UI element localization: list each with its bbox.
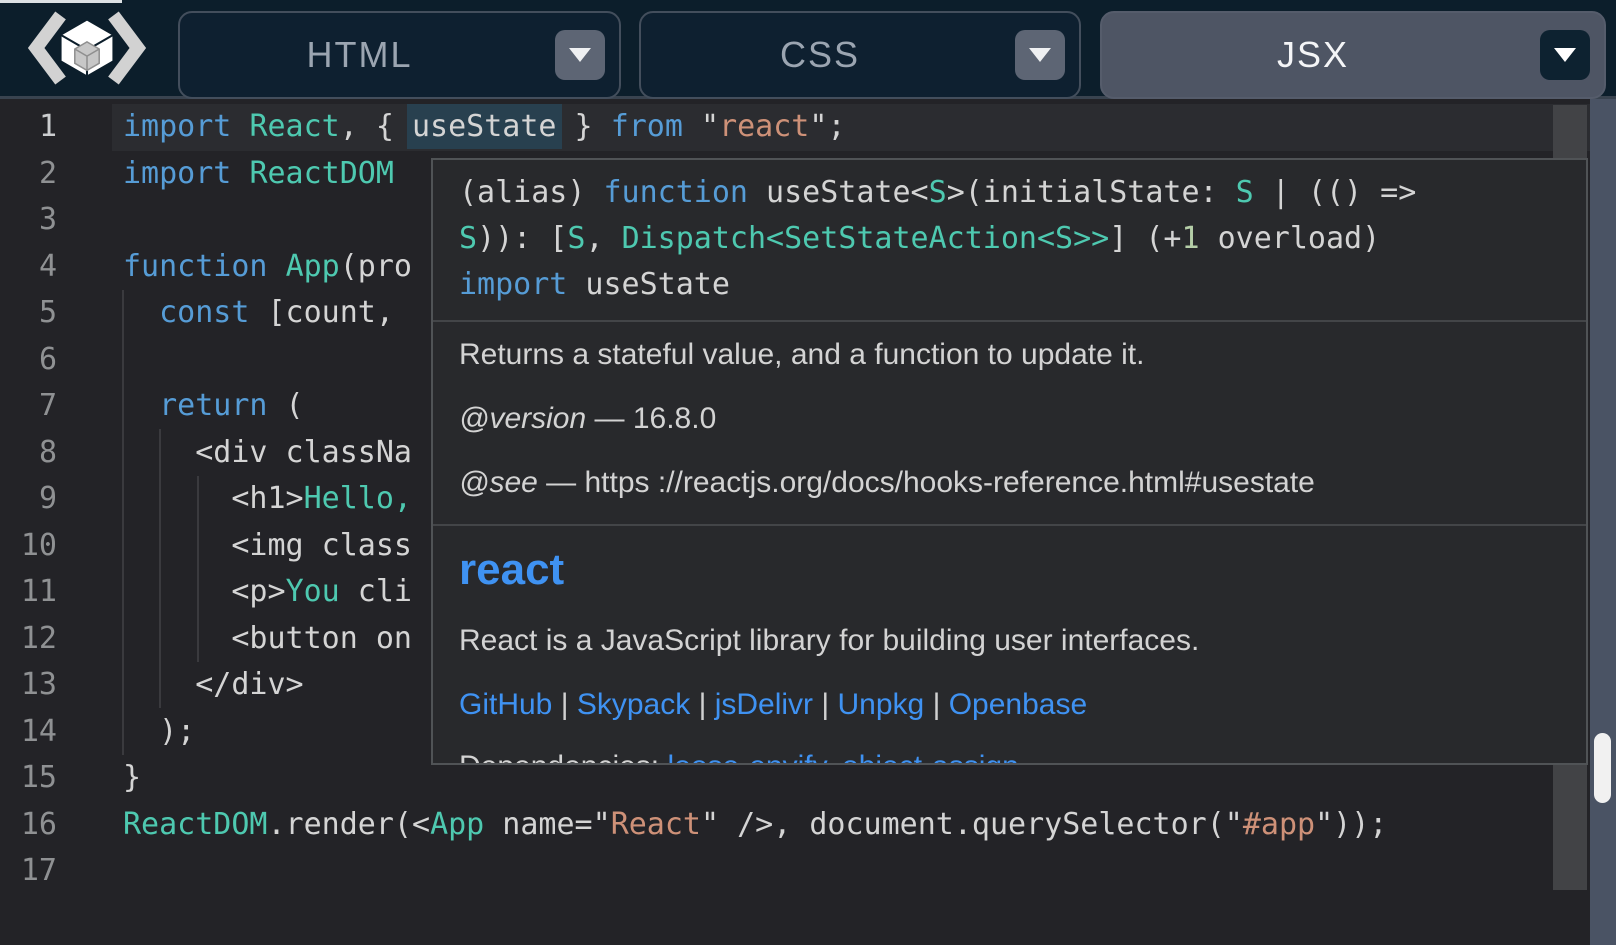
tooltip-version-line: @version — 16.8.0 bbox=[459, 400, 1560, 438]
tab-css[interactable]: CSS bbox=[639, 11, 1081, 99]
tooltip-signature: (alias) function useState<S>(initialStat… bbox=[433, 160, 1586, 320]
line-number: 17 bbox=[0, 848, 57, 895]
hover-tooltip: (alias) function useState<S>(initialStat… bbox=[431, 158, 1588, 765]
line-number: 14 bbox=[0, 709, 57, 756]
signature-line: (alias) function useState<S>(initialStat… bbox=[459, 170, 1560, 216]
line-number: 16 bbox=[0, 802, 57, 849]
link-unpkg[interactable]: Unpkg bbox=[838, 688, 925, 721]
links-separator: | bbox=[552, 688, 576, 721]
line-number: 9 bbox=[0, 476, 57, 523]
tooltip-package-info: react React is a JavaScript library for … bbox=[433, 526, 1586, 763]
tooltip-docs: Returns a stateful value, and a function… bbox=[433, 322, 1586, 524]
window-edge-highlight bbox=[0, 0, 122, 3]
chevron-down-icon bbox=[568, 47, 592, 63]
code-text bbox=[112, 848, 1590, 895]
page-scrollbar-thumb[interactable] bbox=[1594, 733, 1611, 803]
chevron-down-icon bbox=[1028, 47, 1052, 63]
line-number: 6 bbox=[0, 337, 57, 384]
chevron-down-icon bbox=[1553, 47, 1577, 63]
tooltip-see-line: @see — https ://reactjs.org/docs/hooks-r… bbox=[459, 464, 1560, 502]
top-bar: HTML CSS JSX bbox=[0, 0, 1616, 99]
indent-guide bbox=[197, 476, 199, 662]
code-line-16[interactable]: 16 ReactDOM.render(<App name="React" />, … bbox=[0, 802, 1590, 849]
line-number: 10 bbox=[0, 523, 57, 570]
signature-line: import useState bbox=[459, 262, 1560, 308]
line-number: 7 bbox=[0, 383, 57, 430]
link-openbase[interactable]: Openbase bbox=[949, 688, 1087, 721]
indent-guide bbox=[122, 290, 124, 755]
code-cube-icon[interactable] bbox=[26, 10, 148, 86]
link-jsdelivr[interactable]: jsDelivr bbox=[715, 688, 813, 721]
links-separator: | bbox=[690, 688, 714, 721]
tab-html-label: HTML bbox=[180, 13, 539, 97]
line-number: 8 bbox=[0, 430, 57, 477]
links-separator: | bbox=[813, 688, 837, 721]
tab-css-label: CSS bbox=[641, 13, 999, 97]
package-description: React is a JavaScript library for buildi… bbox=[459, 622, 1560, 660]
signature-line: S)): [S, Dispatch<SetStateAction<S>>] (+… bbox=[459, 216, 1560, 262]
link-skypack[interactable]: Skypack bbox=[577, 688, 690, 721]
line-number: 2 bbox=[0, 151, 57, 198]
tooltip-summary: Returns a stateful value, and a function… bbox=[459, 336, 1560, 374]
package-name-link[interactable]: react bbox=[459, 544, 1560, 596]
code-text: ReactDOM.render(<App name="React" />, do… bbox=[112, 802, 1590, 849]
code-line-1[interactable]: 1 import React, { useState } from "react"… bbox=[0, 104, 1590, 151]
line-number: 13 bbox=[0, 662, 57, 709]
code-line-17[interactable]: 17 bbox=[0, 848, 1590, 895]
line-number: 5 bbox=[0, 290, 57, 337]
tab-jsx[interactable]: JSX bbox=[1100, 11, 1606, 99]
tab-jsx-label: JSX bbox=[1102, 13, 1524, 97]
jsx-tab-dropdown-button[interactable] bbox=[1540, 30, 1590, 80]
indent-guide bbox=[159, 429, 161, 708]
tab-html[interactable]: HTML bbox=[178, 11, 621, 99]
line-number: 11 bbox=[0, 569, 57, 616]
package-links: GitHub | Skypack | jsDelivr | Unpkg | Op… bbox=[459, 686, 1560, 724]
html-tab-dropdown-button[interactable] bbox=[555, 30, 605, 80]
line-number: 3 bbox=[0, 197, 57, 244]
line-number: 4 bbox=[0, 244, 57, 291]
package-clipped-line: Dependencies: loose-envify, object-assig… bbox=[459, 748, 1560, 763]
app-window: HTML CSS JSX 1i bbox=[0, 0, 1616, 945]
page-scrollbar-track[interactable] bbox=[1590, 99, 1616, 945]
line-number: 12 bbox=[0, 616, 57, 663]
code-editor: 1 import React, { useState } from "react"… bbox=[0, 99, 1590, 945]
links-separator: | bbox=[924, 688, 948, 721]
line-number: 1 bbox=[0, 104, 57, 151]
link-github[interactable]: GitHub bbox=[459, 688, 552, 721]
css-tab-dropdown-button[interactable] bbox=[1015, 30, 1065, 80]
word-highlight: useState bbox=[412, 109, 557, 144]
code-text: import React, { useState } from "react"; bbox=[112, 104, 1590, 151]
line-number: 15 bbox=[0, 755, 57, 802]
